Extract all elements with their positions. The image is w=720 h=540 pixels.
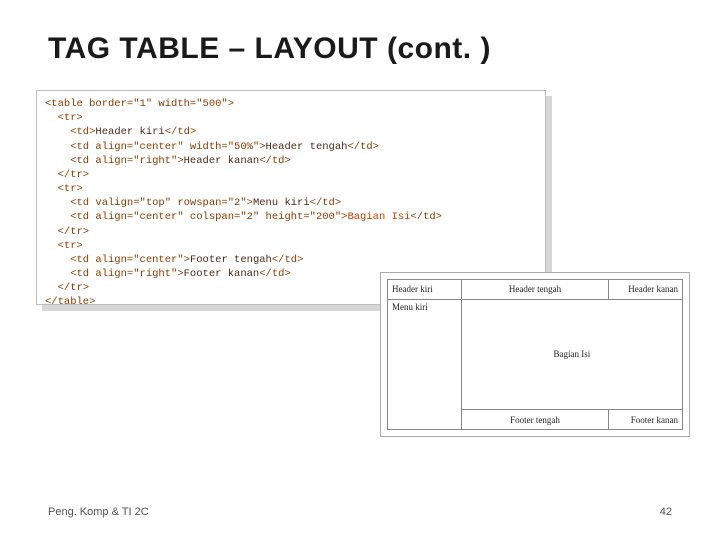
code-text: Bagian Isi (347, 211, 410, 223)
code-line: </td> (165, 126, 197, 138)
code-text: Header kiri (95, 126, 164, 138)
rendered-table: Header kiri Header tengah Header kanan M… (387, 279, 683, 430)
code-line: </td> (410, 211, 442, 223)
code-line: </tr> (45, 169, 89, 181)
cell-footer-kanan: Footer kanan (609, 410, 683, 430)
code-line: <td align="right"> (45, 155, 184, 167)
code-line: </td> (259, 268, 291, 280)
code-line: <tr> (45, 112, 83, 124)
code-line: <td align="right"> (45, 268, 184, 280)
cell-header-kiri: Header kiri (388, 280, 462, 300)
code-text: Footer tengah (190, 254, 272, 266)
cell-footer-tengah: Footer tengah (461, 410, 609, 430)
cell-bagian-isi: Bagian Isi (461, 299, 682, 410)
slide: TAG TABLE – LAYOUT (cont. ) <table borde… (0, 0, 720, 540)
code-line: </td> (259, 155, 291, 167)
code-line: </td> (310, 197, 342, 209)
rendered-output: Header kiri Header tengah Header kanan M… (380, 272, 690, 437)
code-line: <tr> (45, 240, 83, 252)
cell-header-tengah: Header tengah (461, 280, 609, 300)
page-number: 42 (660, 506, 672, 518)
code-line: </tr> (45, 282, 89, 294)
code-line: <td align="center" width="50%"> (45, 141, 266, 153)
cell-header-kanan: Header kanan (609, 280, 683, 300)
table-row: Menu kiri Bagian Isi (388, 299, 683, 410)
slide-title: TAG TABLE – LAYOUT (cont. ) (48, 32, 491, 66)
code-line: <td align="center" colspan="2" height="2… (45, 211, 347, 223)
code-line: <td align="center"> (45, 254, 190, 266)
code-line: <tr> (45, 183, 83, 195)
code-line: </td> (272, 254, 304, 266)
code-text: Header tengah (266, 141, 348, 153)
cell-menu-kiri: Menu kiri (388, 299, 462, 429)
code-text: Footer kanan (184, 268, 260, 280)
code-line: <table border="1" width="500"> (45, 98, 234, 110)
code-line: </tr> (45, 226, 89, 238)
footer-text: Peng. Komp & TI 2C (48, 506, 149, 518)
table-row: Header kiri Header tengah Header kanan (388, 280, 683, 300)
code-text: Menu kiri (253, 197, 310, 209)
code-line: <td> (45, 126, 95, 138)
code-line: </table> (45, 296, 95, 308)
code-line: </td> (347, 141, 379, 153)
code-text: Header kanan (184, 155, 260, 167)
code-line: <td valign="top" rowspan="2"> (45, 197, 253, 209)
